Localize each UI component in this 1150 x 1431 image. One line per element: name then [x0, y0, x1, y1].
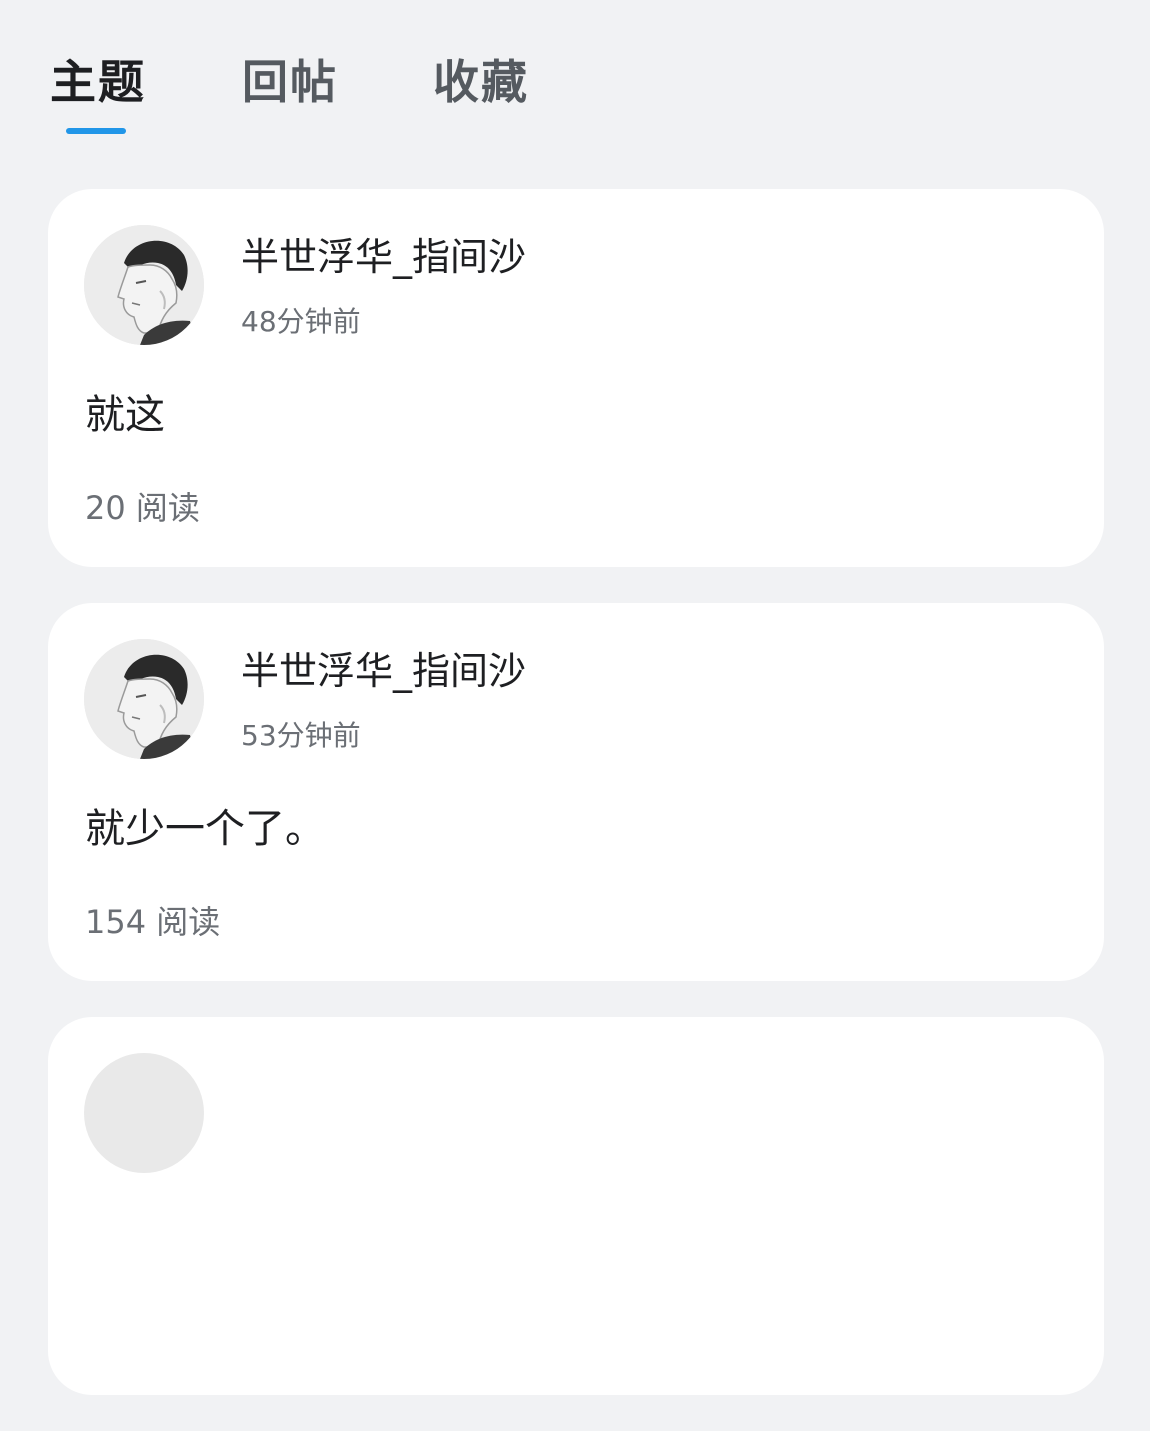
author-name[interactable]: 半世浮华_指间沙 [241, 231, 526, 283]
active-tab-indicator [66, 128, 126, 134]
post-title[interactable]: 就少一个了。 [85, 801, 325, 857]
read-count: 20 阅读 [85, 489, 200, 527]
user-avatar-icon[interactable] [84, 225, 204, 345]
user-avatar-icon[interactable] [84, 1053, 204, 1173]
tab-topics[interactable]: 主题 [50, 50, 146, 114]
author-name[interactable]: 半世浮华_指间沙 [241, 645, 526, 697]
post-card[interactable] [48, 1017, 1104, 1395]
post-time: 48分钟前 [241, 305, 361, 338]
user-avatar-icon[interactable] [84, 639, 204, 759]
post-title[interactable]: 就这 [85, 387, 165, 443]
post-feed: 半世浮华_指间沙 48分钟前 就这 20 阅读 半世浮华_指间沙 53分钟前 就… [48, 189, 1104, 1431]
post-card[interactable]: 半世浮华_指间沙 48分钟前 就这 20 阅读 [48, 189, 1104, 567]
post-time: 53分钟前 [241, 719, 361, 752]
tab-favorites[interactable]: 收藏 [433, 50, 529, 114]
tab-replies[interactable]: 回帖 [242, 50, 338, 114]
read-count: 154 阅读 [85, 903, 221, 941]
post-card[interactable]: 半世浮华_指间沙 53分钟前 就少一个了。 154 阅读 [48, 603, 1104, 981]
tab-bar: 主题 回帖 收藏 [50, 50, 650, 140]
